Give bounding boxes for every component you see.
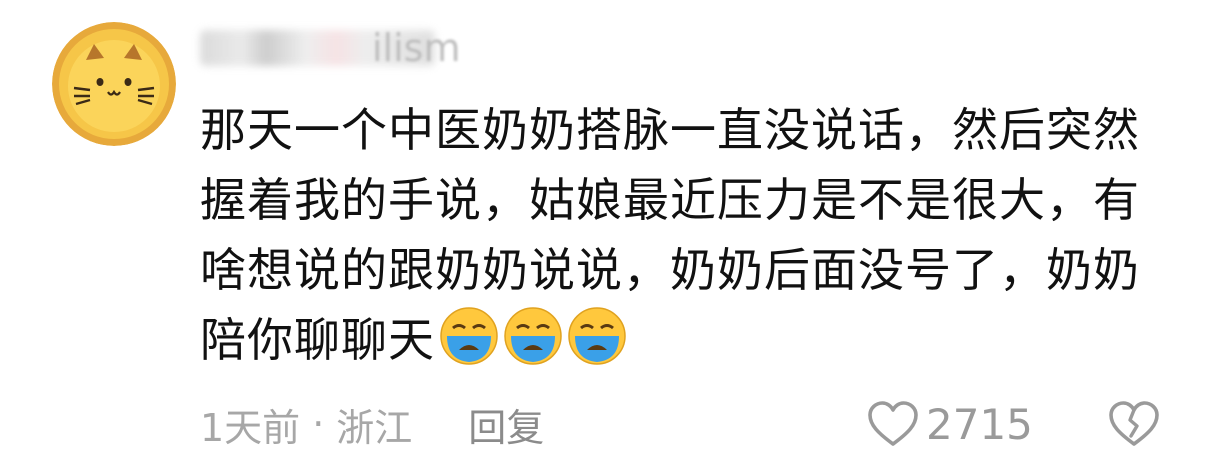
comment-text: 那天一个中医奶奶搭脉一直没说话，然后突然握着我的手说，姑娘最近压力是不是很大，有… (200, 95, 1160, 375)
username[interactable]: ilism (200, 22, 461, 74)
reply-button[interactable]: 回复 (468, 397, 544, 452)
username-text: ilism (372, 26, 461, 70)
comment-meta: 1天前 · 浙江 回复 (200, 398, 544, 450)
like-count: 2715 (926, 399, 1033, 449)
broken-heart-outline-icon (1109, 401, 1159, 446)
comment-item: ilism 那天一个中医奶奶搭脉一直没说话，然后突然握着我的手说，姑娘最近压力是… (0, 0, 1224, 458)
comment-time: 1天前 (200, 405, 301, 450)
crying-face-emoji (504, 307, 562, 365)
comment-location: 浙江 (336, 405, 413, 450)
comment-body: 那天一个中医奶奶搭脉一直没说话，然后突然握着我的手说，姑娘最近压力是不是很大，有… (200, 103, 1140, 367)
egg-tart-cat-avatar-image (52, 22, 176, 146)
emoji-group (439, 306, 627, 366)
dislike-button[interactable] (1108, 400, 1160, 448)
heart-outline-icon (868, 401, 918, 446)
avatar[interactable] (52, 22, 176, 146)
crying-face-emoji (440, 307, 498, 365)
crying-face-emoji (568, 307, 626, 365)
like-button[interactable]: 2715 (866, 398, 1033, 450)
meta-separator: · (312, 402, 325, 446)
